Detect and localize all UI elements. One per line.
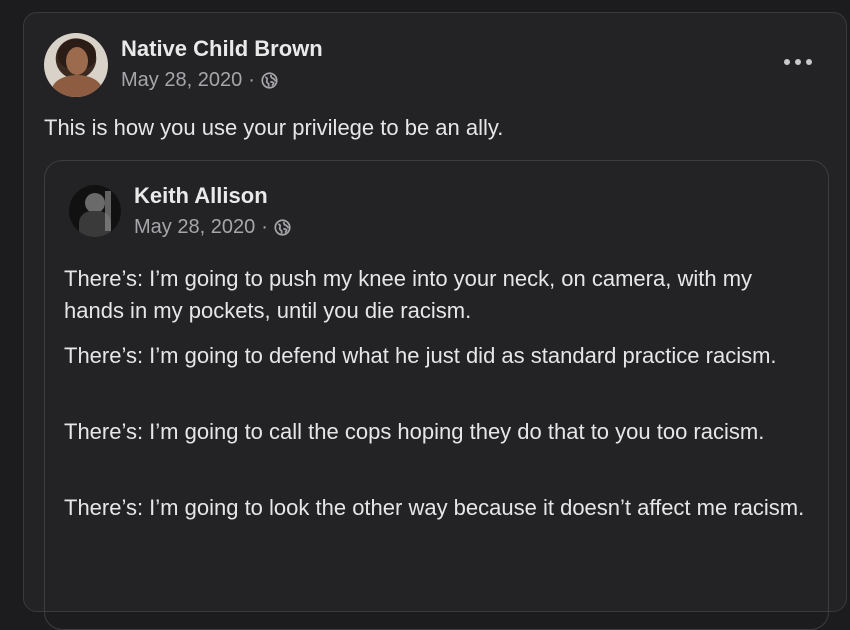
shared-post-date[interactable]: May 28, 2020 — [134, 216, 255, 239]
post-text: This is how you use your privilege to be… — [44, 115, 504, 140]
shared-post-meta: May 28, 2020 · — [134, 216, 291, 239]
shared-paragraph: There’s: I’m going to look the other way… — [64, 495, 805, 520]
author-name[interactable]: Native Child Brown — [121, 36, 323, 62]
meta-separator: · — [261, 216, 268, 238]
meta-separator: · — [248, 69, 255, 91]
shared-author-name[interactable]: Keith Allison — [134, 183, 268, 209]
globe-icon — [274, 219, 291, 236]
shared-paragraph: There’s: I’m going to defend what he jus… — [64, 343, 777, 368]
more-options-icon[interactable] — [784, 57, 812, 67]
post-meta: May 28, 2020 · — [121, 69, 278, 92]
author-avatar[interactable] — [44, 33, 108, 97]
shared-author-avatar[interactable] — [69, 185, 121, 237]
globe-icon — [261, 72, 278, 89]
shared-paragraph: There’s: I’m going to call the cops hopi… — [64, 419, 765, 444]
post-card: Native Child Brown May 28, 2020 · This i… — [23, 12, 847, 630]
shared-post[interactable]: Keith Allison May 28, 2020 · There’s: I’… — [44, 160, 829, 630]
shared-paragraph: There’s: I’m going to push my knee into … — [64, 266, 753, 323]
post-date[interactable]: May 28, 2020 — [121, 69, 242, 92]
